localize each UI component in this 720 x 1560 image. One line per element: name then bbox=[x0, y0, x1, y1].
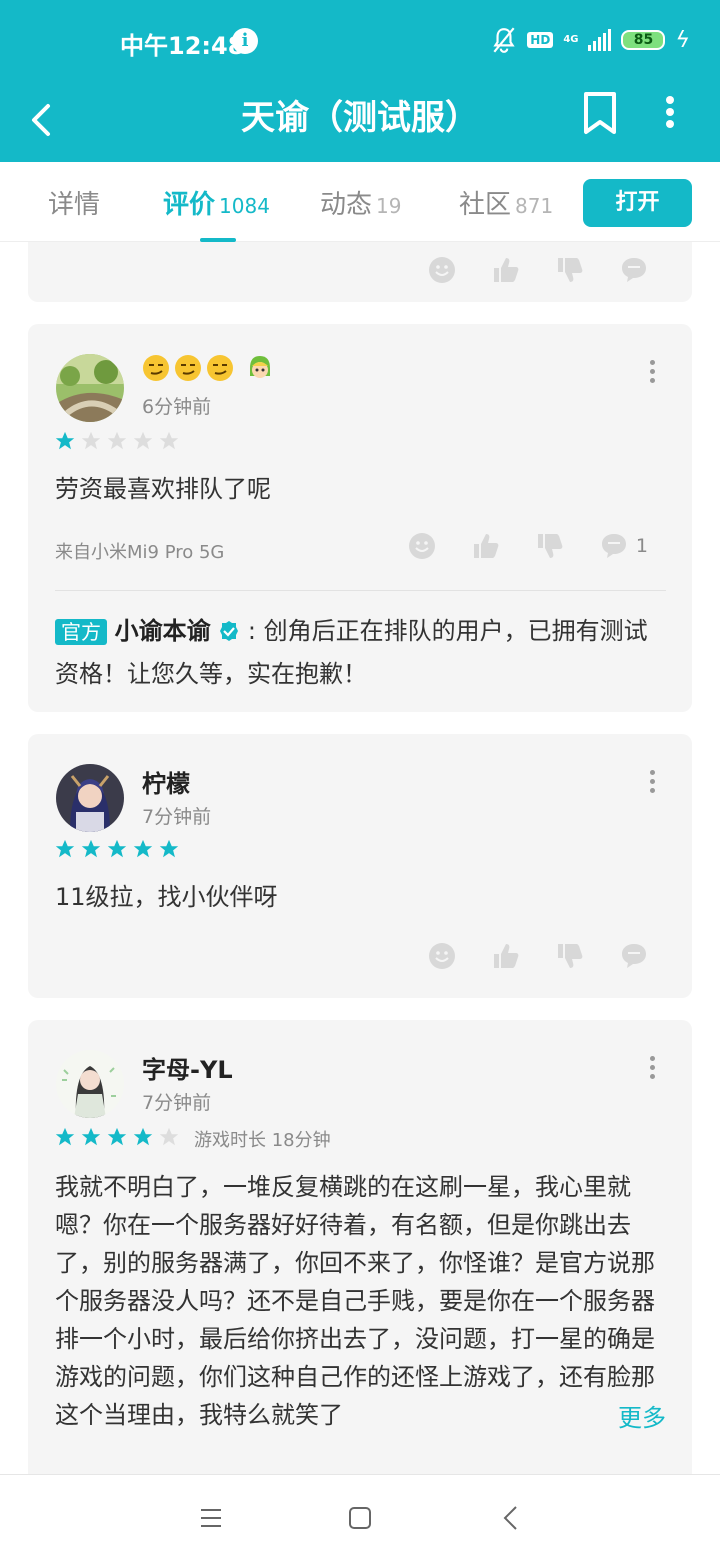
battery-icon: 85 bbox=[621, 30, 666, 50]
tab-community[interactable]: 社区 871 bbox=[459, 184, 553, 221]
reviewer-name[interactable]: 字母-YL bbox=[142, 1050, 233, 1085]
thumbs-up-icon[interactable] bbox=[492, 942, 520, 970]
star-filled-icon bbox=[55, 1127, 75, 1146]
menu-icon[interactable] bbox=[196, 1503, 226, 1533]
reviewer-name[interactable]: 柠檬 bbox=[142, 764, 190, 799]
tab-label: 社区 bbox=[459, 190, 512, 220]
smirk-emoji-icon bbox=[207, 355, 233, 381]
comment-icon[interactable] bbox=[620, 942, 648, 970]
open-app-button[interactable]: 打开 bbox=[583, 179, 692, 227]
star-filled-icon bbox=[81, 1127, 101, 1146]
app-bar: 天谕（测试服） bbox=[0, 82, 720, 162]
star-rating bbox=[54, 1126, 180, 1148]
star-filled-icon bbox=[159, 839, 179, 858]
charging-icon: ϟ bbox=[675, 27, 690, 53]
star-rating bbox=[54, 838, 180, 860]
review-list[interactable]: 6分钟前 劳资最喜欢排队了呢 来自小米Mi9 Pro 5G 1 官方 小谕本谕 … bbox=[0, 242, 720, 1474]
tab-label: 详情 bbox=[48, 190, 101, 220]
review-text[interactable]: 劳资最喜欢排队了呢 bbox=[55, 470, 666, 508]
signal-icon bbox=[588, 29, 612, 51]
official-badge: 官方 bbox=[55, 619, 107, 645]
star-filled-icon bbox=[55, 431, 75, 450]
review-text[interactable]: 11级拉，找小伙伴呀 bbox=[55, 878, 666, 916]
info-icon: i bbox=[232, 28, 258, 54]
tab-reviews[interactable]: 评价 1084 bbox=[163, 184, 270, 221]
tab-details[interactable]: 详情 bbox=[48, 184, 100, 221]
review-actions: 1 bbox=[372, 532, 648, 560]
review-card: 字母-YL 7分钟前 游戏时长 18分钟 我就不明白了，一堆反复横跳的在这刷一星… bbox=[28, 1020, 692, 1474]
smirk-emoji-icon bbox=[143, 355, 169, 381]
divider bbox=[55, 590, 666, 591]
tab-updates[interactable]: 动态 19 bbox=[320, 184, 401, 221]
review-card-previous bbox=[28, 242, 692, 302]
official-reply[interactable]: 官方 小谕本谕 : 创角后正在排队的用户，已拥有测试资格！让您久等，实在抱歉！ bbox=[55, 610, 666, 695]
comment-count: 1 bbox=[635, 535, 648, 557]
star-filled-icon bbox=[107, 1127, 127, 1146]
status-time: 中午12:48 bbox=[120, 32, 245, 60]
status-bar: 中午12:48 i HD 4G 85 ϟ bbox=[0, 0, 720, 82]
card-more-icon[interactable] bbox=[648, 1056, 656, 1082]
character-emoji-icon bbox=[250, 356, 270, 378]
top-bar: 中午12:48 i HD 4G 85 ϟ 天谕（测试服） bbox=[0, 0, 720, 162]
review-actions bbox=[392, 256, 648, 284]
hd-icon: HD bbox=[527, 32, 554, 48]
star-empty-icon bbox=[133, 431, 153, 450]
review-text[interactable]: 我就不明白了，一堆反复横跳的在这刷一星，我心里就嗯？你在一个服务器好好待着，有名… bbox=[55, 1168, 666, 1434]
official-name[interactable]: 小谕本谕 bbox=[115, 617, 211, 645]
comment-icon[interactable] bbox=[600, 532, 628, 560]
verified-icon bbox=[220, 621, 239, 641]
status-icons: HD 4G 85 ϟ bbox=[491, 26, 690, 54]
review-time: 7分钟前 bbox=[142, 806, 212, 828]
emoji-react-icon[interactable] bbox=[428, 942, 456, 970]
back-nav-icon[interactable] bbox=[496, 1503, 526, 1533]
star-filled-icon bbox=[55, 839, 75, 858]
tab-label: 评价 bbox=[163, 190, 216, 220]
star-filled-icon bbox=[107, 839, 127, 858]
review-card: 6分钟前 劳资最喜欢排队了呢 来自小米Mi9 Pro 5G 1 官方 小谕本谕 … bbox=[28, 324, 692, 712]
star-empty-icon bbox=[107, 431, 127, 450]
star-filled-icon bbox=[133, 839, 153, 858]
tab-count: 19 bbox=[376, 194, 402, 218]
emoji-react-icon[interactable] bbox=[408, 532, 436, 560]
star-empty-icon bbox=[159, 1127, 179, 1146]
comment-icon[interactable] bbox=[620, 256, 648, 284]
network-type: 4G bbox=[563, 34, 579, 45]
star-filled-icon bbox=[81, 839, 101, 858]
tab-bar: 详情 评价 1084 动态 19 社区 871 打开 bbox=[0, 162, 720, 242]
avatar[interactable] bbox=[56, 354, 124, 422]
star-empty-icon bbox=[159, 431, 179, 450]
review-actions bbox=[392, 942, 648, 970]
more-vert-icon[interactable] bbox=[654, 92, 686, 132]
thumbs-up-icon[interactable] bbox=[492, 256, 520, 284]
review-device: 来自小米Mi9 Pro 5G bbox=[55, 542, 225, 563]
card-more-icon[interactable] bbox=[648, 770, 656, 796]
tab-label: 动态 bbox=[320, 190, 373, 220]
home-icon[interactable] bbox=[345, 1503, 375, 1533]
review-card: 柠檬 7分钟前 11级拉，找小伙伴呀 bbox=[28, 734, 692, 998]
bookmark-icon[interactable] bbox=[582, 90, 618, 138]
star-filled-icon bbox=[133, 1127, 153, 1146]
smirk-emoji-icon bbox=[175, 355, 201, 381]
star-empty-icon bbox=[81, 431, 101, 450]
tab-count: 1084 bbox=[219, 194, 270, 218]
review-time: 7分钟前 bbox=[142, 1092, 212, 1114]
card-more-icon[interactable] bbox=[648, 360, 656, 386]
avatar[interactable] bbox=[56, 764, 124, 832]
thumbs-down-icon[interactable] bbox=[536, 532, 564, 560]
thumbs-up-icon[interactable] bbox=[472, 532, 500, 560]
username-emojis bbox=[142, 354, 274, 382]
read-more-link[interactable]: 更多 bbox=[578, 1398, 666, 1433]
thumbs-down-icon[interactable] bbox=[556, 942, 584, 970]
avatar[interactable] bbox=[56, 1050, 124, 1118]
playtime-label: 游戏时长 18分钟 bbox=[194, 1130, 331, 1151]
review-time: 6分钟前 bbox=[142, 396, 212, 418]
star-rating bbox=[54, 430, 180, 452]
tab-count: 871 bbox=[515, 194, 554, 218]
emoji-react-icon[interactable] bbox=[428, 256, 456, 284]
bell-muted-icon bbox=[493, 27, 515, 53]
thumbs-down-icon[interactable] bbox=[556, 256, 584, 284]
system-nav-bar bbox=[0, 1474, 720, 1560]
